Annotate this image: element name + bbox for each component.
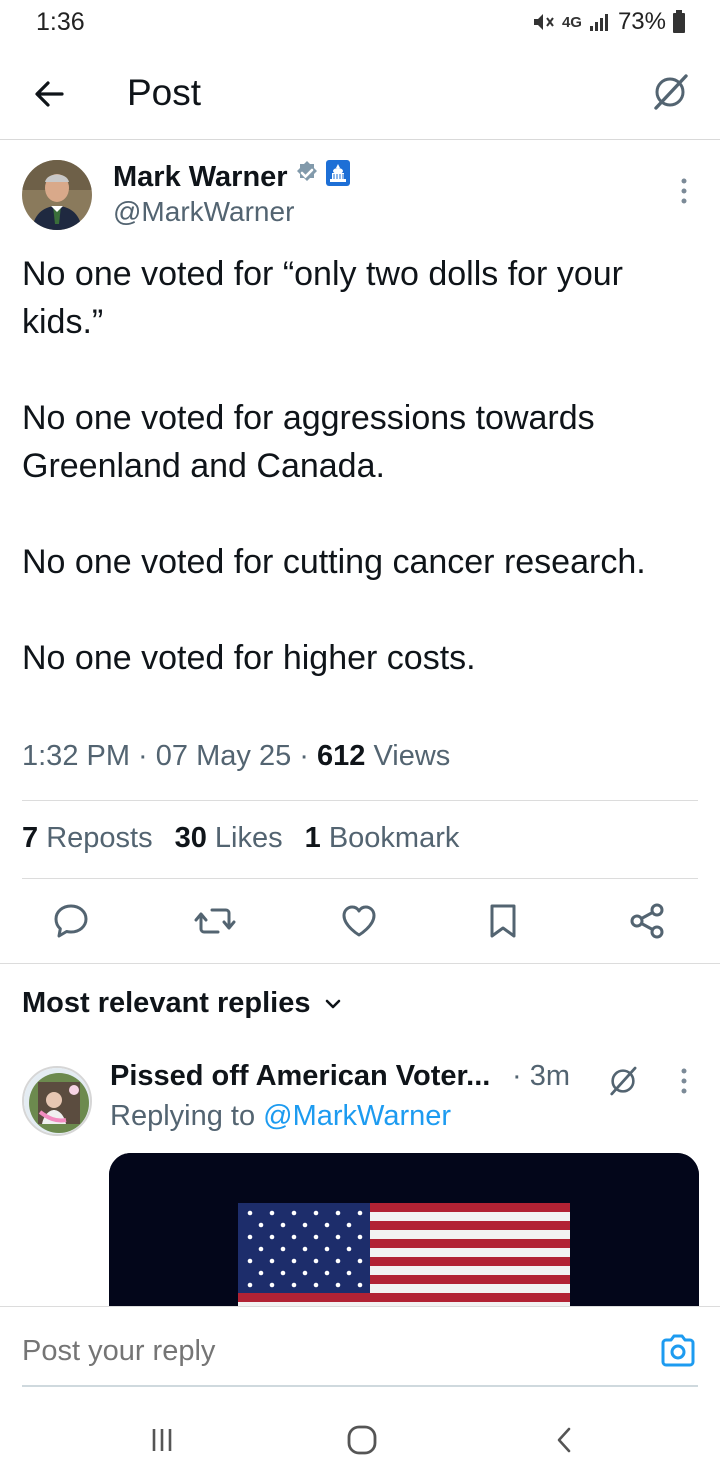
reply-more-options-button[interactable] [676,1066,692,1096]
government-badge-icon [325,160,350,194]
views-label: Views [373,740,451,772]
divider [22,800,698,801]
signal-icon [588,11,612,33]
camera-button[interactable] [658,1331,698,1371]
like-button[interactable] [333,895,385,947]
page-title: Post [127,72,202,113]
grok-button[interactable] [648,70,692,114]
more-options-button[interactable] [674,176,694,206]
replies-sort-dropdown[interactable]: Most relevant replies [22,987,343,1020]
post-meta: 1:32 PM · 07 May 25 · 612 Views [22,740,451,772]
reposts-stat[interactable]: 7 Reposts [22,822,153,855]
author-avatar[interactable] [22,160,92,230]
bookmarks-stat[interactable]: 1 Bookmark [305,822,460,855]
system-nav-bar [0,1400,720,1480]
network-type: 4G [561,13,582,31]
post-time[interactable]: 1:32 PM [22,740,130,772]
reply-time-value: 3m [529,1060,571,1092]
mute-icon [532,11,556,33]
reply-item[interactable]: Pissed off American Voter... · 3m Replyi… [0,1060,720,1313]
bookmarks-count: 1 [304,822,321,854]
recent-apps-icon [152,1429,172,1451]
reply-avatar[interactable] [22,1066,92,1136]
likes-label: Likes [214,822,283,854]
likes-count: 30 [174,822,207,854]
views-count: 612 [316,740,366,772]
status-icons: 4G 73% [532,8,686,36]
post-author: Mark Warner @MarkWarner [22,160,698,236]
battery-level: 73% [617,8,666,35]
reply-input[interactable] [22,1335,622,1368]
page-header: Post [0,46,720,140]
reply-media[interactable] [109,1153,699,1313]
replying-to: Replying to @MarkWarner [110,1100,451,1133]
home-icon [347,1425,377,1455]
post-text: No one voted for “only two dolls for you… [22,255,646,677]
grok-icon [610,1066,637,1096]
post-date[interactable]: 07 May 25 [156,740,291,772]
back-button[interactable] [28,72,72,116]
recent-apps-button[interactable] [132,1420,192,1460]
repost-icon [194,908,236,934]
status-bar: 1:36 4G 73% [0,0,720,46]
reposts-count: 7 [22,822,39,854]
status-time: 1:36 [36,8,85,36]
composer-underline [22,1385,698,1387]
bookmarks-label: Bookmark [328,822,460,854]
author-name-row: Mark Warner [113,160,350,194]
likes-stat[interactable]: 30 Likes [175,822,283,855]
verified-badge-icon [294,160,320,194]
replying-to-label: Replying to [110,1100,256,1132]
chevron-left-icon [557,1427,571,1453]
author-name[interactable]: Mark Warner [113,161,288,194]
share-icon [630,903,664,939]
home-button[interactable] [332,1420,392,1460]
chevron-down-icon [325,999,340,1008]
repost-button[interactable] [189,895,241,947]
comment-icon [54,904,88,938]
post-stats: 7 Reposts 30 Likes 1 Bookmark [22,822,459,855]
system-back-button[interactable] [535,1420,595,1460]
reply-button[interactable] [45,895,97,947]
share-button[interactable] [621,895,673,947]
replies-sort-label: Most relevant replies [22,987,311,1019]
more-vertical-icon [681,178,687,204]
replying-to-handle[interactable]: @MarkWarner [263,1100,451,1132]
grok-icon [654,74,688,110]
bookmark-icon [490,904,516,938]
section-divider [0,963,720,964]
heart-icon [342,905,376,937]
reply-time: · 3m [512,1060,571,1092]
more-vertical-icon [681,1068,687,1094]
post-actions [0,895,720,947]
camera-icon [661,1334,695,1367]
battery-icon [672,10,686,34]
divider [22,878,698,879]
reposts-label: Reposts [46,822,153,854]
bookmark-button[interactable] [477,895,529,947]
author-handle[interactable]: @MarkWarner [113,196,294,228]
arrow-left-icon [35,81,64,107]
us-flag-image [109,1153,699,1313]
reply-author-name[interactable]: Pissed off American Voter... [110,1060,490,1093]
reply-grok-button[interactable] [604,1062,642,1100]
